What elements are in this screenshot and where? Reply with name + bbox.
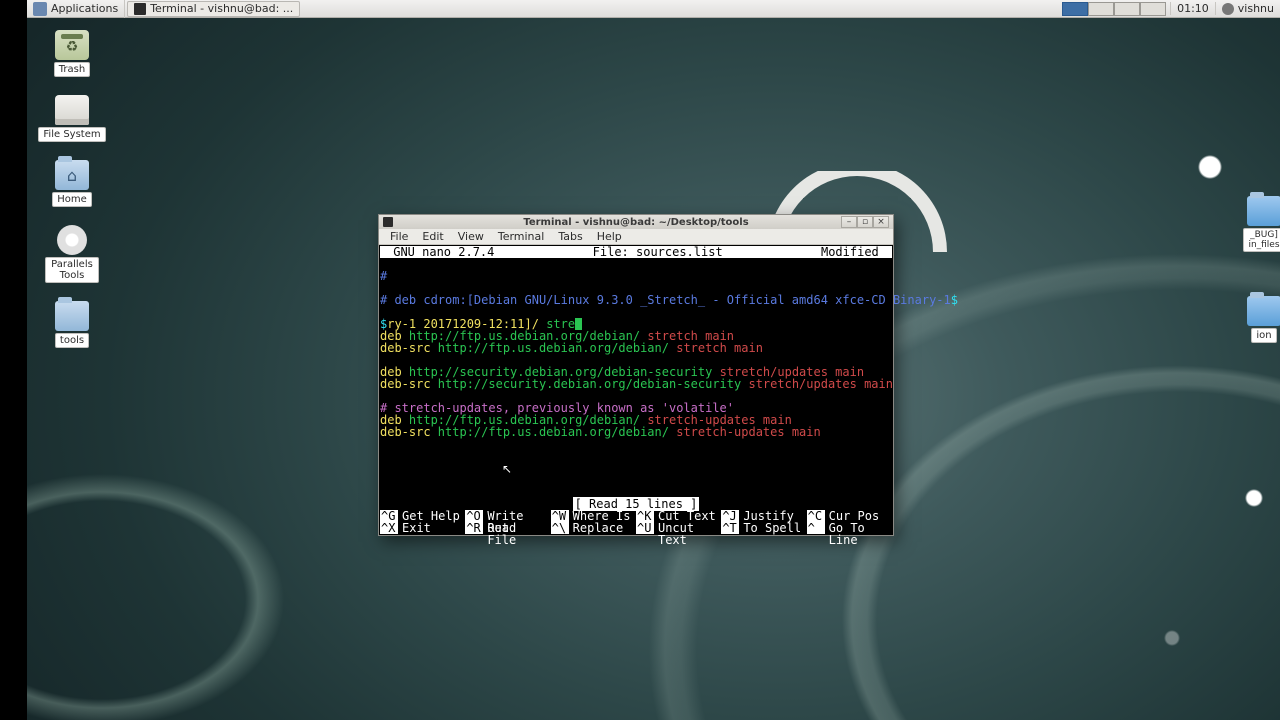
right-folder-2[interactable]: ion (1234, 296, 1280, 343)
nano-line (380, 474, 892, 486)
right-label-2: ion (1251, 328, 1276, 343)
xfce-panel: Applications Terminal - vishnu@bad: ... … (27, 0, 1280, 18)
taskbar-terminal[interactable]: Terminal - vishnu@bad: ... (127, 1, 300, 17)
menu-view[interactable]: View (451, 230, 491, 243)
nano-line (380, 438, 892, 450)
shortcut-exit: ^XExit (380, 522, 465, 534)
user-menu[interactable]: vishnu (1216, 2, 1280, 15)
nano-line: # (380, 270, 892, 282)
nano-line (380, 258, 892, 270)
clock[interactable]: 01:10 (1170, 2, 1216, 15)
shortcut-go-to-line: ^_Go To Line (807, 522, 892, 534)
nano-shortcuts: ^GGet Help ^OWrite Out ^WWhere Is ^KCut … (380, 510, 892, 534)
workspace-2[interactable] (1088, 2, 1114, 16)
menu-file[interactable]: File (383, 230, 415, 243)
nano-modified: Modified (821, 246, 892, 258)
workspace-switcher[interactable] (1062, 2, 1166, 16)
nano-version: GNU nano 2.7.4 (380, 246, 494, 258)
applications-menu[interactable]: Applications (27, 0, 125, 18)
home-label: Home (52, 192, 92, 207)
menu-tabs[interactable]: Tabs (551, 230, 589, 243)
tools-label: tools (55, 333, 89, 348)
tools-folder-icon[interactable]: tools (42, 301, 102, 348)
nano-line: # deb cdrom:[Debian GNU/Linux 9.3.0 _Str… (380, 294, 892, 306)
shortcut-uncut-text: ^UUncut Text (636, 522, 721, 534)
taskbar-label: Terminal - vishnu@bad: ... (150, 2, 293, 15)
user-label: vishnu (1238, 2, 1274, 15)
workspace-1[interactable] (1062, 2, 1088, 16)
nano-line (380, 462, 892, 474)
nano-line (380, 450, 892, 462)
desktop-icons: Trash File System Home Parallels Tools t… (42, 30, 102, 348)
trash-label: Trash (54, 62, 90, 77)
filesystem-icon[interactable]: File System (42, 95, 102, 142)
nano-header: GNU nano 2.7.4 File: sources.list Modifi… (380, 246, 892, 258)
menu-help[interactable]: Help (590, 230, 629, 243)
window-titlebar[interactable]: Terminal - vishnu@bad: ~/Desktop/tools –… (379, 215, 893, 229)
parallels-label: Parallels Tools (45, 257, 99, 283)
filesystem-label: File System (38, 127, 105, 142)
nano-file: File: sources.list (494, 246, 821, 258)
shortcut-replace: ^\Replace (551, 522, 636, 534)
terminal-menubar: File Edit View Terminal Tabs Help (379, 229, 893, 245)
left-black-bar (0, 0, 27, 720)
shortcut-read-file: ^RRead File (465, 522, 550, 534)
parallels-tools-icon[interactable]: Parallels Tools (42, 225, 102, 283)
trash-icon[interactable]: Trash (42, 30, 102, 77)
home-icon[interactable]: Home (42, 160, 102, 207)
right-folder-1[interactable]: _BUG]in_files (1234, 196, 1280, 252)
desktop-icons-right: _BUG]in_files ion (1234, 196, 1280, 343)
window-title: Terminal - vishnu@bad: ~/Desktop/tools (379, 217, 893, 228)
shortcut-to-spell: ^TTo Spell (721, 522, 806, 534)
menu-terminal[interactable]: Terminal (491, 230, 552, 243)
terminal-window[interactable]: Terminal - vishnu@bad: ~/Desktop/tools –… (378, 214, 894, 536)
nano-line: deb-src http://security.debian.org/debia… (380, 378, 892, 390)
workspace-4[interactable] (1140, 2, 1166, 16)
applications-label: Applications (51, 2, 118, 15)
nano-line: deb-src http://ftp.us.debian.org/debian/… (380, 426, 892, 438)
workspace-3[interactable] (1114, 2, 1140, 16)
close-button[interactable]: × (873, 216, 889, 228)
terminal-content[interactable]: GNU nano 2.7.4 File: sources.list Modifi… (379, 245, 893, 535)
nano-line: deb-src http://ftp.us.debian.org/debian/… (380, 342, 892, 354)
right-label-1: _BUG]in_files (1243, 228, 1280, 252)
menu-edit[interactable]: Edit (415, 230, 450, 243)
minimize-button[interactable]: – (841, 216, 857, 228)
maximize-button[interactable]: ▫ (857, 216, 873, 228)
